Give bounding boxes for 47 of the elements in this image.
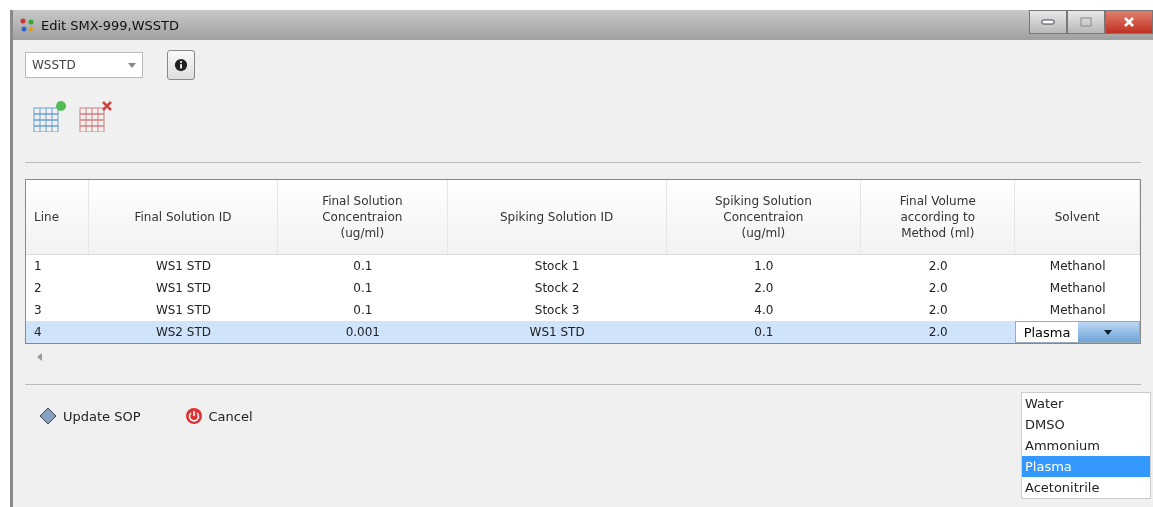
cancel-button[interactable]: Cancel bbox=[182, 405, 255, 427]
table-cell: 0.1 bbox=[353, 259, 373, 273]
update-button[interactable]: Update SOP bbox=[37, 405, 143, 427]
column-header[interactable]: Final Solution ID bbox=[88, 180, 279, 254]
table-cell: Stock 2 bbox=[534, 281, 580, 295]
table-cell: 2.0 bbox=[928, 281, 948, 295]
column-header[interactable]: Solvent bbox=[1015, 180, 1140, 254]
table-cell: WS1 STD bbox=[155, 259, 211, 273]
table-cell: 2.0 bbox=[928, 259, 948, 273]
dropdown-option[interactable]: Acetonitrile bbox=[1022, 477, 1150, 498]
column-header[interactable]: Spiking Solution ID bbox=[447, 180, 667, 254]
table-cell: 0.1 bbox=[754, 325, 774, 339]
table-cell: Methanol bbox=[1049, 259, 1106, 273]
table-row[interactable]: 2 WS1 STD 0.1 Stock 2 2.0 2.0 Methanol bbox=[26, 277, 1140, 299]
table-row[interactable]: 1 WS1 STD 0.1 Stock 1 1.0 2.0 Methanol bbox=[26, 255, 1140, 277]
table-cell: 0.1 bbox=[353, 303, 373, 317]
column-header[interactable]: Spiking Solution Concentraion (ug/ml) bbox=[666, 180, 861, 254]
column-header[interactable]: Final Solution Concentraion (ug/ml) bbox=[278, 180, 448, 254]
dropdown-option[interactable]: Ammonium bbox=[1022, 435, 1150, 456]
column-header[interactable]: Line bbox=[26, 180, 89, 254]
table-row[interactable]: 3 WS1 STD 0.1 Stock 3 4.0 2.0 Methanol bbox=[26, 299, 1140, 321]
table-row[interactable]: 4 WS2 STD 0.001 WS1 STD 0.1 2.0 Plasma bbox=[26, 321, 1140, 343]
solvent-dropdown[interactable]: Plasma bbox=[1015, 321, 1140, 343]
dropdown-option[interactable]: Water bbox=[1022, 393, 1150, 414]
table-cell: Stock 3 bbox=[534, 303, 580, 317]
table-cell: 3 bbox=[34, 303, 42, 317]
table-cell: 2.0 bbox=[928, 325, 948, 339]
type-dropdown[interactable]: WSSTD bbox=[25, 52, 143, 78]
table-cell: Methanol bbox=[1049, 281, 1106, 295]
table-cell: Methanol bbox=[1049, 303, 1106, 317]
table-cell: 1.0 bbox=[754, 259, 774, 273]
table-cell: WS1 STD bbox=[155, 303, 211, 317]
table-cell: WS1 STD bbox=[155, 281, 211, 295]
table-cell: 0.1 bbox=[353, 281, 373, 295]
table-cell: 4.0 bbox=[754, 303, 774, 317]
window-title: Edit SMX-999,WSSTD bbox=[41, 17, 179, 33]
dropdown-option[interactable]: DMSO bbox=[1022, 414, 1150, 435]
table-cell: 2.0 bbox=[754, 281, 774, 295]
table-cell: 4 bbox=[34, 325, 42, 339]
table-cell: Stock 1 bbox=[534, 259, 580, 273]
table-cell: 1 bbox=[34, 259, 42, 273]
table-cell: 2 bbox=[34, 281, 42, 295]
table-cell: WS1 STD bbox=[529, 325, 585, 339]
column-header[interactable]: Final Volume according to Method (ml) bbox=[861, 180, 1016, 254]
table-cell: 0.001 bbox=[345, 325, 380, 339]
table-cell: WS2 STD bbox=[155, 325, 211, 339]
table-cell: 2.0 bbox=[928, 303, 948, 317]
